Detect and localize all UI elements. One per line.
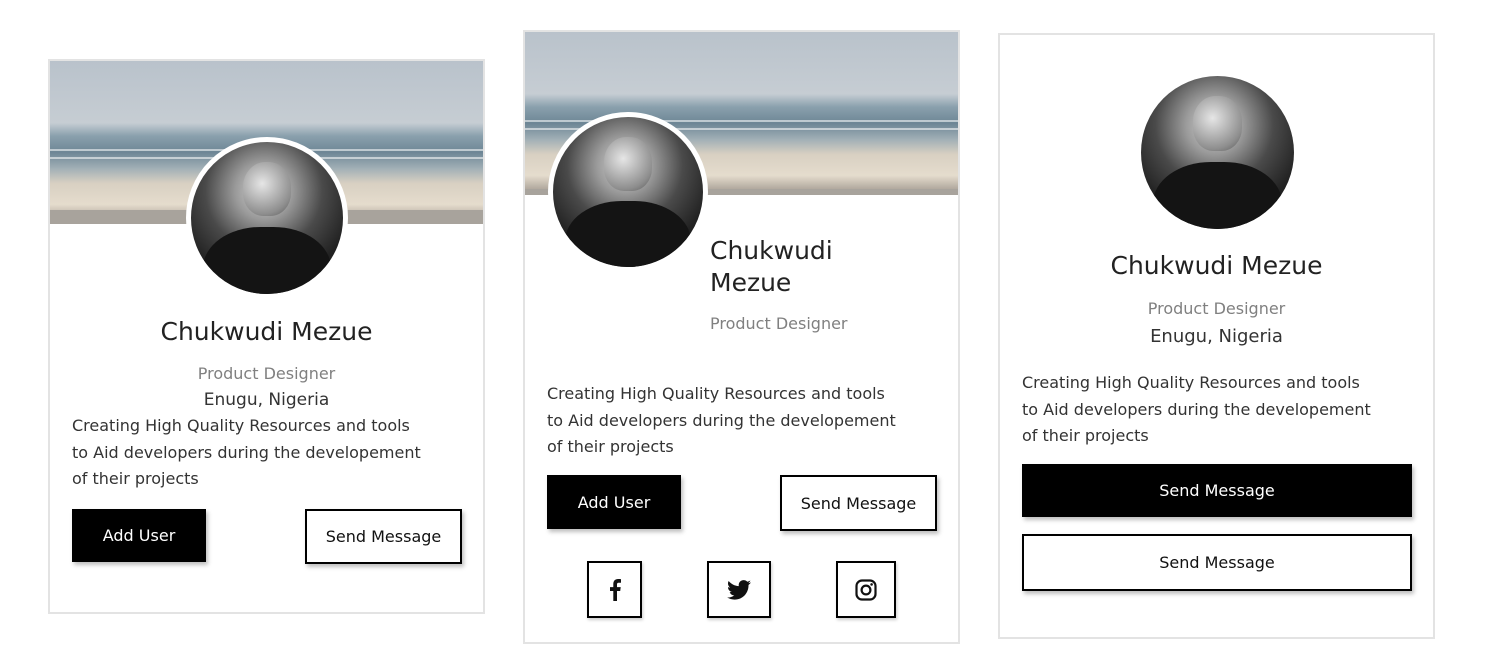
profile-bio: Creating High Quality Resources and tool…	[1022, 373, 1371, 445]
profile-card-3: Chukwudi Mezue Product Designer Enugu, N…	[998, 33, 1435, 639]
profile-bio: Creating High Quality Resources and tool…	[547, 384, 896, 456]
profile-card-2: Chukwudi Mezue Product Designer Creating…	[523, 30, 960, 644]
profile-title: Product Designer	[710, 314, 848, 333]
add-user-button[interactable]: Add User	[547, 475, 681, 529]
profile-name: Chukwudi Mezue	[1110, 251, 1323, 280]
send-message-button-secondary[interactable]: Send Message	[1022, 534, 1412, 591]
profile-card-1: Chukwudi Mezue Product Designer Enugu, N…	[48, 59, 485, 614]
profile-title: Product Designer	[1147, 299, 1286, 318]
avatar	[186, 137, 348, 299]
facebook-button[interactable]	[587, 561, 642, 618]
send-message-button[interactable]: Send Message	[1022, 464, 1412, 517]
twitter-button[interactable]	[707, 561, 771, 618]
avatar	[548, 112, 708, 272]
avatar	[1141, 76, 1294, 229]
profile-name: Chukwudi Mezue	[710, 236, 833, 297]
instagram-button[interactable]	[836, 561, 896, 618]
twitter-icon	[727, 579, 751, 600]
profile-bio: Creating High Quality Resources and tool…	[72, 416, 421, 488]
profile-location: Enugu, Nigeria	[1150, 326, 1283, 347]
add-user-button[interactable]: Add User	[72, 509, 206, 562]
profile-location: Enugu, Nigeria	[203, 390, 330, 410]
profile-title: Product Designer	[197, 364, 336, 383]
send-message-button[interactable]: Send Message	[780, 475, 937, 531]
instagram-icon	[855, 578, 877, 601]
send-message-button[interactable]: Send Message	[305, 509, 462, 564]
facebook-icon	[609, 578, 621, 601]
profile-name: Chukwudi Mezue	[160, 317, 373, 346]
